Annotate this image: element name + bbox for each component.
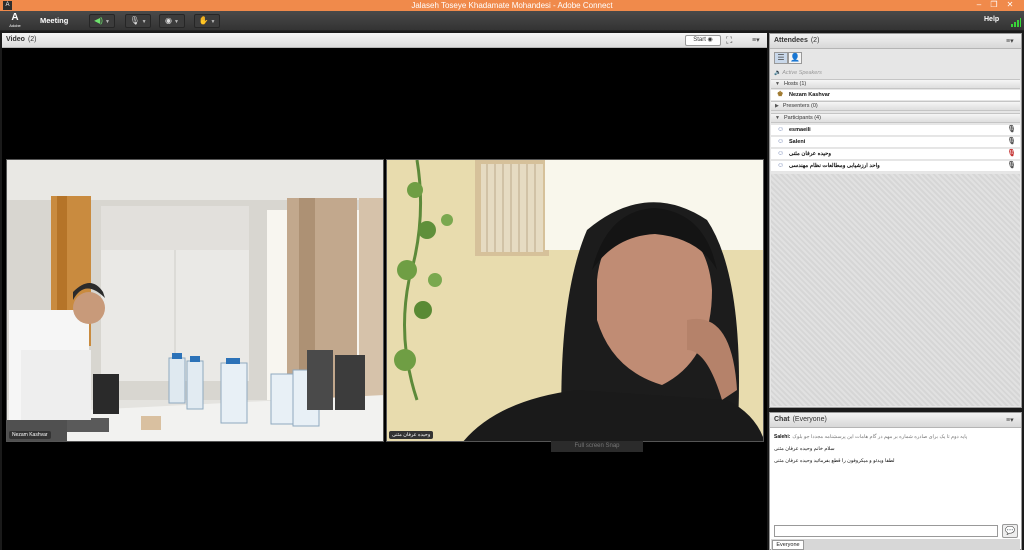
fullscreen-icon[interactable]: ⛶ <box>726 35 732 46</box>
status-view-icon[interactable]: 👤 <box>788 52 802 64</box>
microphone-button[interactable]: 🎙 ▼ <box>125 14 151 28</box>
chat-pod: Chat (Everyone) ≡▾ Salehi: پایه دوم تا یک … <box>769 412 1022 550</box>
chat-message: Salehi: پایه دوم تا یک برای صادره شماره ب… <box>774 434 968 440</box>
video-pod-title: Video (2) <box>6 36 37 43</box>
participant-icon: ☺ <box>777 162 785 169</box>
microphone-icon: 🎙 <box>1007 138 1016 145</box>
chevron-down-icon: ▼ <box>210 19 216 25</box>
webcam-button[interactable]: ◉ ▼ <box>159 14 185 28</box>
adobe-logo: A Adobe <box>9 12 21 28</box>
chevron-down-icon: ▼ <box>141 19 147 25</box>
participant-icon: ☺ <box>777 126 785 133</box>
microphone-icon: 🎙 <box>1007 162 1016 169</box>
chat-tabs-bar <box>771 539 1020 550</box>
minimize-icon[interactable]: – <box>972 0 986 11</box>
chat-tab-everyone[interactable]: Everyone <box>772 540 804 550</box>
attendees-empty-area <box>771 174 1020 406</box>
window-title: Jalaseh Toseye Khadamate Mohandesi - Ado… <box>411 1 613 10</box>
microphone-icon: 🎙 <box>129 16 140 25</box>
pod-options-icon[interactable]: ≡▾ <box>1006 416 1014 424</box>
webcam-icon: ◉ <box>165 16 173 25</box>
speaker-icon: ◀) <box>94 16 103 25</box>
video-feed[interactable]: وحیده عرفان مثنی <box>386 159 764 442</box>
chat-pod-title: Chat (Everyone) <box>774 416 827 423</box>
speaker-icon: 🔈 <box>774 70 781 76</box>
start-webcam-button[interactable]: Start ◉ <box>685 35 721 46</box>
hosts-section[interactable]: ▼ Hosts (1) <box>771 79 1020 89</box>
meeting-menu[interactable]: Meeting <box>40 16 68 25</box>
chevron-down-icon: ▼ <box>174 19 179 25</box>
video-feed[interactable]: Nezam Kashvar <box>6 159 384 442</box>
pod-options-icon[interactable]: ≡▾ <box>1006 37 1014 45</box>
video-pod: Video (2) Start ◉ ⛶ ≡▾ Nezam Kashvar وحی… <box>2 33 767 550</box>
chat-message: لطفا ویدئو و میکروفون را قطع بفرمائید وح… <box>774 458 895 464</box>
speech-bubble-icon: 💬 <box>1005 526 1015 535</box>
webcam-icon: ◉ <box>707 37 713 43</box>
video-pod-header: Video (2) Start ◉ ⛶ ≡▾ <box>2 33 767 48</box>
attendee-row[interactable]: ♚ Nezam Kashvar <box>771 90 1020 101</box>
pod-options-icon[interactable]: ≡▾ <box>752 36 760 44</box>
meeting-menubar: A Adobe Meeting ◀) ▼ 🎙 ▼ ◉ ▼ ✋ ▼ Help <box>0 11 1024 31</box>
video-feed-name: وحیده عرفان مثنی <box>389 431 434 439</box>
connection-signal-icon <box>1011 18 1021 27</box>
participant-icon: ☺ <box>777 150 785 157</box>
host-icon: ♚ <box>777 91 784 98</box>
microphone-muted-icon: 🎙 <box>1007 150 1016 157</box>
active-speakers-label: 🔈 Active Speakers <box>774 70 822 76</box>
list-view-icon[interactable]: ☰ <box>774 52 788 64</box>
microphone-icon: 🎙 <box>1007 126 1016 133</box>
attendees-pod: Attendees (2) ≡▾ ☰ 👤 🔈 Active Speakers ▼ Ho… <box>769 33 1022 408</box>
attendees-pod-header: Attendees (2) ≡▾ <box>770 34 1021 49</box>
window-titlebar: A Jalaseh Toseye Khadamate Mohandesi - A… <box>0 0 1024 11</box>
presenters-section[interactable]: ▶ Presenters (0) <box>771 101 1020 111</box>
attendee-row[interactable]: ☺ وحیده عرفان مثنی 🎙 <box>771 149 1020 160</box>
chevron-down-icon: ▼ <box>775 81 780 87</box>
speaker-button[interactable]: ◀) ▼ <box>89 14 115 28</box>
restore-icon[interactable]: ❐ <box>987 0 1001 11</box>
chevron-right-icon: ▶ <box>775 103 779 109</box>
attendees-pod-title: Attendees (2) <box>774 37 820 44</box>
attendee-row[interactable]: ☺ واحد ارزشیابی ومطالعات نظام مهندسی 🎙 <box>771 161 1020 172</box>
video-feed-image <box>387 160 763 441</box>
attendee-view-toggle: ☰ 👤 <box>774 52 802 66</box>
attendee-row[interactable]: ☺ esmaeili 🎙 <box>771 125 1020 136</box>
participants-section[interactable]: ▼ Participants (4) <box>771 113 1020 123</box>
attendee-row[interactable]: ☺ Saleni 🎙 <box>771 137 1020 148</box>
raise-hand-icon: ✋ <box>198 16 209 25</box>
close-icon[interactable]: ✕ <box>1003 0 1017 11</box>
send-message-button[interactable]: 💬 <box>1002 524 1018 538</box>
fullscreen-tooltip: Full screen Snap <box>551 441 643 452</box>
help-menu[interactable]: Help <box>984 16 999 23</box>
video-feed-name: Nezam Kashvar <box>9 431 51 439</box>
chat-input[interactable] <box>774 525 998 537</box>
chevron-down-icon: ▼ <box>104 19 110 25</box>
chat-message: سلام خانم وحیده عرفان مثنی <box>774 446 835 452</box>
chevron-down-icon: ▼ <box>775 115 780 121</box>
video-feed-image <box>7 160 383 441</box>
raise-hand-button[interactable]: ✋ ▼ <box>194 14 220 28</box>
participant-icon: ☺ <box>777 138 785 145</box>
chat-pod-header: Chat (Everyone) ≡▾ <box>770 413 1021 428</box>
